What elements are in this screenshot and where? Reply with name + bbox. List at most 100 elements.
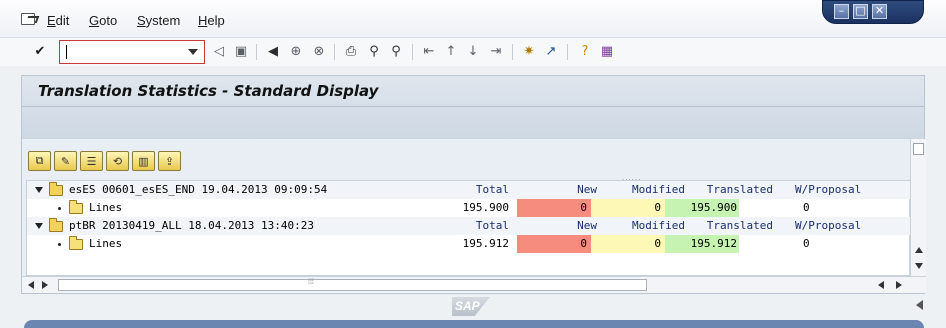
command-input[interactable] xyxy=(64,44,184,60)
list-icon[interactable]: ☰ xyxy=(80,151,103,171)
statistics-tree: esES 00601_esES_END 19.04.2013 09:09:54 … xyxy=(26,180,911,276)
command-field[interactable] xyxy=(59,40,205,64)
back-green-icon[interactable]: ◀ xyxy=(264,42,282,60)
tree-node[interactable]: esES 00601_esES_END 19.04.2013 09:09:54 … xyxy=(27,181,911,199)
print-icon[interactable]: ⎙ xyxy=(342,42,360,60)
header-total: Total xyxy=(475,183,509,196)
scroll-up-icon[interactable] xyxy=(915,247,923,253)
menu-help-label: elp xyxy=(207,13,225,28)
right-strip xyxy=(926,75,946,310)
leaf-label: Lines xyxy=(89,237,123,250)
scroll-right-icon[interactable] xyxy=(896,281,902,289)
value-total: 195.912 xyxy=(462,237,509,250)
title-divider xyxy=(22,106,924,107)
chart-icon[interactable]: ▥ xyxy=(132,151,155,171)
save-icon[interactable]: ▣ xyxy=(232,42,250,60)
previous-page-icon[interactable]: ↑ xyxy=(442,42,460,60)
scroll-left-icon[interactable] xyxy=(878,281,884,289)
close-button[interactable]: ✕ xyxy=(872,4,887,19)
value-proposal: 0 xyxy=(803,201,810,214)
shortcut-icon[interactable]: ↗ xyxy=(542,42,560,60)
export-icon[interactable]: ⇪ xyxy=(158,151,181,171)
tree-leaf[interactable]: Lines 195.912 0 0 195.912 0 xyxy=(27,235,911,253)
value-translated: 195.900 xyxy=(665,199,739,217)
node-label: esES 00601_esES_END 19.04.2013 09:09:54 xyxy=(69,183,328,196)
menu-goto[interactable]: Goto xyxy=(89,13,117,28)
toolbar-separator xyxy=(567,44,568,60)
change-layout-icon[interactable]: ⟲ xyxy=(106,151,129,171)
menu-customize-icon[interactable] xyxy=(21,13,35,25)
menu-help-mnemonic: H xyxy=(198,13,208,28)
menu-system-label: ystem xyxy=(145,13,181,28)
header-new: New xyxy=(577,219,597,232)
node-label: ptBR 20130419_ALL 18.04.2013 13:40:23 xyxy=(69,219,315,232)
folder-open-icon xyxy=(49,182,63,196)
toolbar-separator xyxy=(334,44,335,60)
scroll-thumb[interactable] xyxy=(58,279,647,291)
toolbar-separator xyxy=(412,44,413,60)
expand-icon[interactable] xyxy=(35,187,43,193)
header-proposal: W/Proposal xyxy=(795,183,862,196)
toolbar-separator xyxy=(256,44,257,60)
chevron-down-icon[interactable] xyxy=(188,49,198,55)
menu-bar: Edit Goto System Help xyxy=(0,0,946,38)
last-page-icon[interactable]: ⇥ xyxy=(487,42,505,60)
value-new: 0 xyxy=(517,199,591,217)
scroll-right-icon[interactable] xyxy=(42,281,48,289)
enter-icon[interactable]: ✔ xyxy=(31,42,49,60)
cancel-icon[interactable]: ⊗ xyxy=(310,42,328,60)
text-cursor xyxy=(66,45,67,59)
content-panel: ⧉ ✎ ☰ ⟲ ▥ ⇪ ...... esES 00601_esES_END 1… xyxy=(21,139,926,294)
page-title: Translation Statistics - Standard Displa… xyxy=(38,82,379,100)
menu-edit-mnemonic: E xyxy=(47,13,56,28)
menu-edit-label: dit xyxy=(55,13,70,28)
edit-icon[interactable]: ✎ xyxy=(54,151,77,171)
bullet-icon xyxy=(58,243,61,246)
header-translated: Translated xyxy=(706,219,773,232)
find-icon[interactable]: ⚲ xyxy=(365,42,383,60)
value-total: 195.900 xyxy=(462,201,509,214)
folder-icon xyxy=(69,200,83,214)
alv-toolbar: ⧉ ✎ ☰ ⟲ ▥ ⇪ xyxy=(28,151,181,171)
bullet-icon xyxy=(58,207,61,210)
next-page-icon[interactable]: ↓ xyxy=(464,42,482,60)
minimize-button[interactable]: – xyxy=(834,4,849,19)
exit-icon[interactable]: ⊕ xyxy=(287,42,305,60)
value-translated: 195.912 xyxy=(665,235,739,253)
folder-open-icon xyxy=(49,218,63,232)
title-area: Translation Statistics - Standard Displa… xyxy=(21,75,925,139)
details-icon[interactable]: ⧉ xyxy=(28,151,51,171)
scroll-left-icon[interactable] xyxy=(28,281,34,289)
first-page-icon[interactable]: ⇤ xyxy=(420,42,438,60)
maximize-button[interactable]: □ xyxy=(853,4,868,19)
header-proposal: W/Proposal xyxy=(795,219,862,232)
find-next-icon[interactable]: ⚲ xyxy=(387,42,405,60)
back-icon[interactable]: ◁ xyxy=(210,42,228,60)
menu-edit[interactable]: Edit xyxy=(47,13,69,28)
scroll-down-icon[interactable] xyxy=(915,263,923,269)
scroll-grip: ⁞⁞⁞ xyxy=(308,279,314,286)
customize-layout-icon[interactable]: ▦ xyxy=(598,42,616,60)
tree-node[interactable]: ptBR 20130419_ALL 18.04.2013 13:40:23 To… xyxy=(27,217,911,235)
value-proposal: 0 xyxy=(803,237,810,250)
horizontal-scrollbar[interactable]: ⁞⁞⁞ xyxy=(22,276,926,293)
value-modified: 0 xyxy=(591,235,665,253)
expand-icon[interactable] xyxy=(35,223,43,229)
menu-help[interactable]: Help xyxy=(198,13,225,28)
header-new: New xyxy=(577,183,597,196)
menu-system-mnemonic: S xyxy=(137,13,146,28)
menu-goto-mnemonic: G xyxy=(89,13,100,28)
value-modified: 0 xyxy=(591,199,665,217)
panel-collapse-icon[interactable] xyxy=(916,300,923,310)
vertical-scrollbar[interactable] xyxy=(910,139,926,279)
header-modified: Modified xyxy=(632,219,685,232)
tree-leaf[interactable]: Lines 195.900 0 0 195.900 0 xyxy=(27,199,911,217)
sap-logo: SAP xyxy=(452,297,490,316)
header-modified: Modified xyxy=(632,183,685,196)
create-session-icon[interactable]: ✷ xyxy=(520,42,538,60)
header-translated: Translated xyxy=(706,183,773,196)
menu-system[interactable]: System xyxy=(137,13,180,28)
scroll-thumb[interactable] xyxy=(913,143,924,155)
menu-goto-label: oto xyxy=(99,13,118,28)
help-icon[interactable]: ? xyxy=(576,42,594,60)
